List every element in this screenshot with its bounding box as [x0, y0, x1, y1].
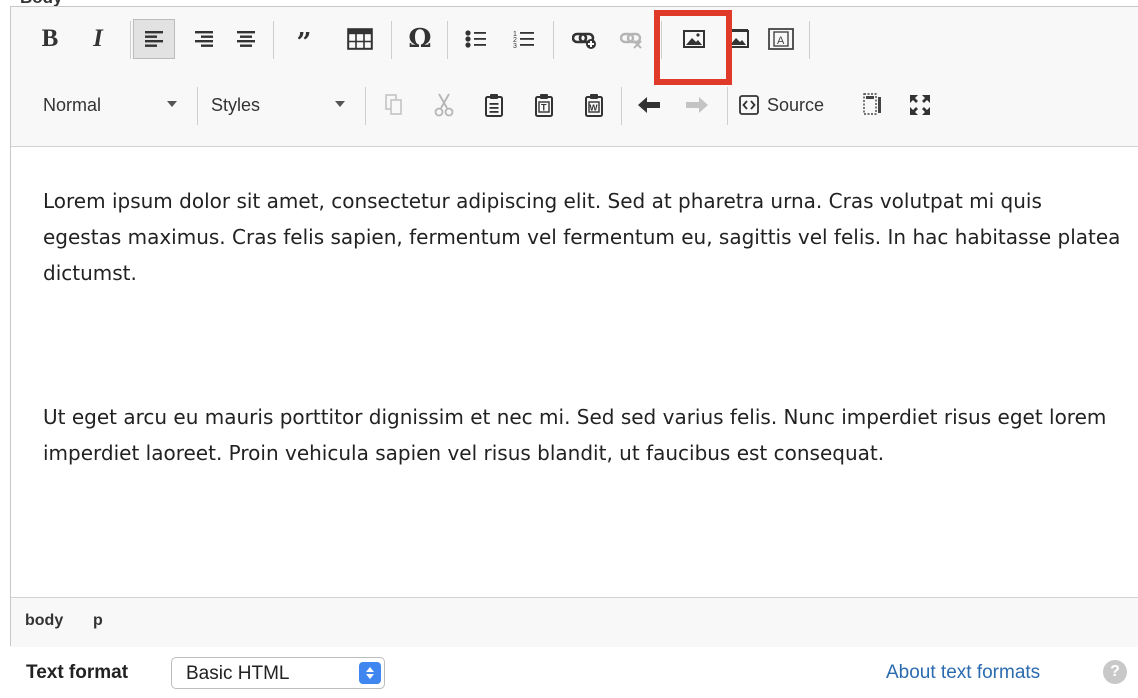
svg-text:W: W	[590, 103, 599, 113]
styles-combo[interactable]: Styles	[211, 87, 361, 123]
paragraph[interactable]: Ut eget arcu eu mauris porttitor digniss…	[43, 399, 1123, 471]
numbered-list-button[interactable]: 123	[507, 21, 541, 57]
paste-from-word-button[interactable]: W	[577, 87, 611, 123]
text-format-row: Text format Basic HTML About text format…	[0, 646, 1138, 698]
redo-icon	[686, 97, 708, 113]
bold-button[interactable]: B	[37, 21, 63, 57]
toolbar-separator	[391, 21, 392, 59]
unlink-icon	[620, 32, 642, 49]
svg-text:3: 3	[513, 43, 517, 49]
align-left-button[interactable]	[133, 19, 175, 59]
copy-icon	[385, 94, 402, 115]
maximize-icon	[910, 95, 930, 115]
paste-text-icon: T	[535, 94, 553, 117]
table-button[interactable]	[341, 21, 379, 57]
link-button[interactable]	[567, 21, 603, 57]
template-icon: A	[768, 28, 794, 50]
element-path-bar: body p	[11, 597, 1138, 647]
path-item-p[interactable]: p	[93, 612, 103, 630]
help-icon[interactable]: ?	[1103, 660, 1127, 684]
highlight-annotation-box	[654, 10, 732, 85]
copy-button[interactable]	[377, 87, 411, 123]
toolbar-separator	[365, 87, 366, 125]
bulleted-list-button[interactable]	[459, 21, 493, 57]
editor-content[interactable]: Lorem ipsum dolor sit amet, consectetur …	[43, 183, 1123, 471]
align-right-icon	[195, 31, 213, 47]
align-center-icon	[237, 31, 255, 47]
scissors-icon	[434, 93, 454, 117]
svg-text:T: T	[541, 103, 547, 113]
bulleted-list-icon	[465, 30, 486, 48]
toolbar-separator	[447, 21, 448, 59]
cut-button[interactable]	[427, 87, 461, 123]
chevron-down-icon	[335, 101, 345, 107]
chevron-down-icon	[167, 101, 177, 107]
select-arrows-icon	[359, 662, 381, 684]
align-right-button[interactable]	[187, 21, 221, 57]
unlink-button[interactable]	[615, 21, 649, 57]
show-blocks-button[interactable]	[857, 87, 891, 123]
template-button[interactable]: A	[763, 21, 799, 57]
show-blocks-icon	[863, 93, 881, 115]
text-format-select[interactable]: Basic HTML	[171, 657, 385, 689]
text-format-value: Basic HTML	[186, 663, 290, 684]
paragraph[interactable]: Lorem ipsum dolor sit amet, consectetur …	[43, 183, 1123, 291]
source-button-label: Source	[767, 94, 825, 115]
source-button[interactable]: Source	[739, 87, 849, 123]
svg-text:A: A	[777, 35, 785, 47]
paste-text-button[interactable]: T	[527, 87, 561, 123]
paste-word-icon: W	[585, 94, 603, 117]
path-item-body[interactable]: body	[25, 612, 63, 630]
styles-combo-value: Styles	[211, 94, 261, 115]
align-center-button[interactable]	[229, 21, 263, 57]
editor-toolbar: B I ” Ω 123 A Normal Styles T W Source	[11, 7, 1138, 147]
link-icon	[572, 32, 596, 49]
format-combo[interactable]: Normal	[43, 87, 193, 123]
table-icon	[347, 28, 373, 50]
format-combo-value: Normal	[43, 94, 102, 115]
undo-button[interactable]	[631, 87, 667, 123]
toolbar-separator	[197, 87, 198, 125]
redo-button[interactable]	[679, 87, 715, 123]
source-code-icon	[739, 95, 759, 115]
toolbar-separator	[621, 87, 622, 125]
special-character-button[interactable]: Ω	[403, 21, 437, 57]
about-text-formats-link[interactable]: About text formats	[886, 662, 1040, 684]
italic-button[interactable]: I	[85, 21, 111, 57]
undo-icon	[638, 97, 660, 113]
paste-button[interactable]	[477, 87, 511, 123]
toolbar-separator	[273, 21, 274, 59]
numbered-list-icon: 123	[513, 31, 534, 49]
text-format-label: Text format	[26, 662, 129, 683]
paste-icon	[485, 94, 503, 117]
toolbar-separator	[553, 21, 554, 59]
maximize-button[interactable]	[903, 87, 937, 123]
rich-text-editor: B I ” Ω 123 A Normal Styles T W Source L…	[10, 6, 1138, 647]
toolbar-separator	[809, 21, 810, 59]
align-left-icon	[145, 31, 163, 47]
blockquote-button[interactable]: ”	[287, 25, 321, 61]
toolbar-separator	[727, 87, 728, 125]
toolbar-separator	[130, 21, 131, 59]
